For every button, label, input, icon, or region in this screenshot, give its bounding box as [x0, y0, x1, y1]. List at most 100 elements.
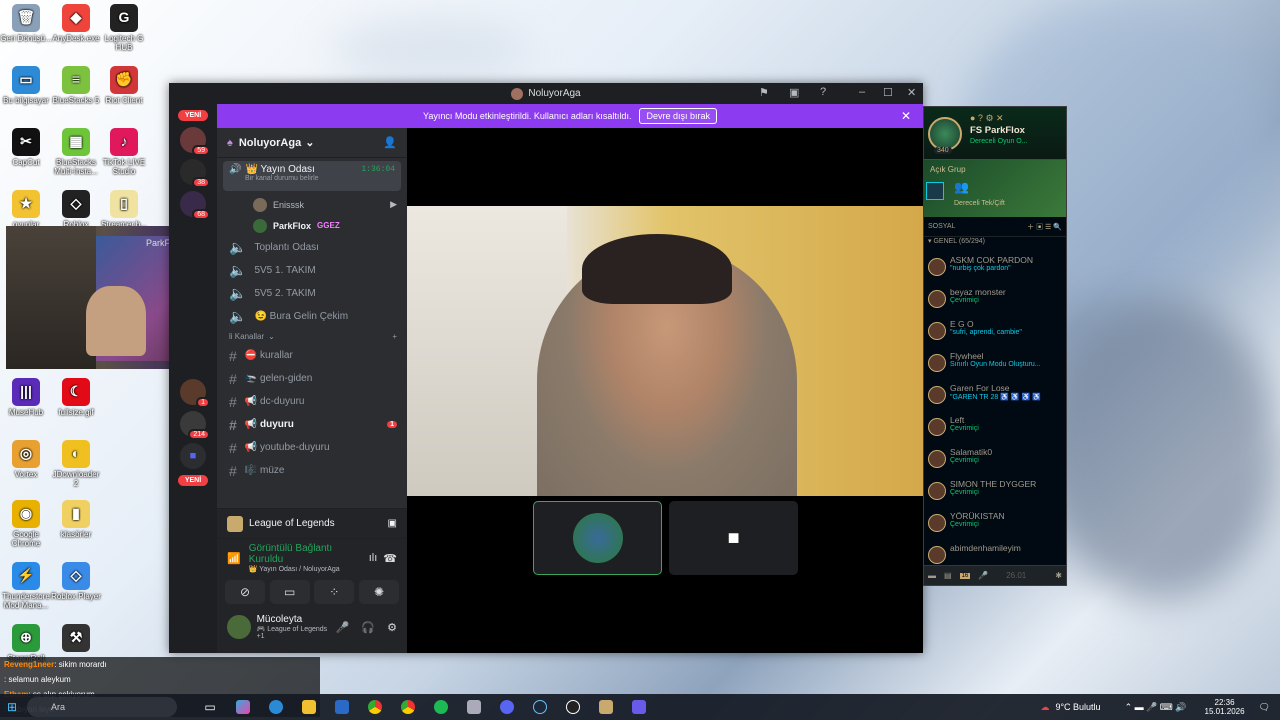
- missions-icon[interactable]: ▤: [944, 571, 952, 580]
- desktop-icon[interactable]: ★ oyunlar: [0, 190, 52, 230]
- voice-user[interactable]: ParkFlox GGEZ: [217, 215, 407, 236]
- microphone-icon[interactable]: 🎤: [336, 621, 350, 634]
- text-channel[interactable]: # 📢 duyuru 1: [217, 413, 407, 436]
- add-channel-icon[interactable]: +: [392, 332, 397, 341]
- desktop-icon[interactable]: ◇ Roblox Player: [50, 562, 102, 602]
- friend-item[interactable]: YÖRÜKISTAN Çevrimiçi: [924, 507, 1066, 539]
- app-icon[interactable]: [461, 696, 487, 718]
- desktop-icon[interactable]: ≡ BlueStacks 5: [50, 66, 102, 106]
- friend-item[interactable]: Garen For Lose "GAREN TR 28 ♿ ♿ ♿ ♿: [924, 379, 1066, 411]
- friend-item[interactable]: Left Çevrimiçi: [924, 411, 1066, 443]
- task-view-icon[interactable]: ▭: [197, 696, 223, 718]
- voice-channel-active[interactable]: 🔊 👑 Yayın Odası 1:36:04 Bir kanal durumu…: [223, 161, 401, 191]
- activity-row[interactable]: League of Legends ▣: [217, 509, 407, 539]
- vpn-icon[interactable]: [626, 696, 652, 718]
- copilot-icon[interactable]: [230, 696, 256, 718]
- league-icon[interactable]: [593, 696, 619, 718]
- tray-icons[interactable]: ⌃ ▬ 🎤 ⌨ 🔊: [1125, 702, 1187, 713]
- voice-icon[interactable]: 🎤: [978, 571, 988, 580]
- inbox-icon[interactable]: ⚑: [759, 86, 769, 99]
- category-header[interactable]: li Kanallar ⌄ +: [217, 328, 407, 344]
- video-stream[interactable]: [407, 206, 923, 496]
- friend-item[interactable]: Flywheel Sınırlı Oyun Modu Oluşturu...: [924, 347, 1066, 379]
- text-channel[interactable]: # 📢 youtube-duyuru: [217, 436, 407, 459]
- activities-button[interactable]: ⁘: [314, 580, 355, 604]
- friend-item[interactable]: E G O "sufri, aprendi, cambie": [924, 315, 1066, 347]
- channel-status[interactable]: Bir kanal durumu belirle: [229, 175, 395, 182]
- voice-user[interactable]: Enisssk ▶: [217, 194, 407, 215]
- server-item[interactable]: 68: [180, 191, 210, 220]
- desktop-icon[interactable]: ◉ Google Chrome: [0, 500, 52, 549]
- edge-icon[interactable]: [263, 696, 289, 718]
- desktop-icon[interactable]: ✂ CapCut: [0, 128, 52, 168]
- friend-item[interactable]: Salamatik0 Çevrimiçi: [924, 443, 1066, 475]
- search-box[interactable]: Ara: [27, 697, 177, 717]
- notification-icon[interactable]: 🗨: [1259, 702, 1270, 713]
- headphones-icon[interactable]: 🎧: [361, 621, 375, 634]
- friend-item[interactable]: SIMON THE DYGGER Çevrimiçi: [924, 475, 1066, 507]
- screen-icon[interactable]: ▣: [789, 86, 799, 99]
- disconnect-icon[interactable]: ☎: [383, 552, 397, 565]
- lol-header-icons[interactable]: ● ? ⚙ ✕: [970, 113, 1004, 124]
- user-avatar[interactable]: [227, 615, 251, 639]
- noise-icon[interactable]: ılı: [369, 552, 378, 564]
- invite-icon[interactable]: 👤: [383, 136, 397, 149]
- chrome-icon[interactable]: [362, 696, 388, 718]
- start-button[interactable]: ⊞: [4, 696, 20, 718]
- desktop-icon[interactable]: ◇ Roblox: [50, 190, 102, 230]
- friend-item[interactable]: beyaz monster Çevrimiçi: [924, 283, 1066, 315]
- desktop-icon[interactable]: 🗑 Geri Dönüşü...: [0, 4, 52, 44]
- desktop-icon[interactable]: ◆ AnyDesk.exe: [50, 4, 102, 44]
- server-item[interactable]: 59: [180, 127, 210, 156]
- participant-tile[interactable]: ■: [669, 501, 798, 575]
- discord-icon[interactable]: [494, 696, 520, 718]
- voice-channel[interactable]: 🔈 Toplantı Odası: [217, 236, 407, 259]
- disable-streamer-mode-button[interactable]: Devre dışı bırak: [639, 108, 717, 124]
- server-item[interactable]: 1: [180, 379, 210, 408]
- desktop-icon[interactable]: ♪ TikTok LIVE Studio: [98, 128, 150, 177]
- weather-text[interactable]: 9°C Bulutlu: [1055, 702, 1100, 712]
- friend-item[interactable]: ASKM COK PARDON "nurbiş çok pardon": [924, 251, 1066, 283]
- stream-game-icon[interactable]: ▣: [388, 518, 397, 529]
- desktop-icon[interactable]: ✊ Riot Client: [98, 66, 150, 106]
- camera-off-button[interactable]: ⊘: [225, 580, 265, 604]
- steam-icon[interactable]: [527, 696, 553, 718]
- chat-icon[interactable]: ▬: [928, 571, 936, 580]
- chrome-alt-icon[interactable]: [395, 696, 421, 718]
- settings-gear-icon[interactable]: ⚙: [387, 621, 397, 634]
- social-tools-icon[interactable]: ＋ ▣ ☰ 🔍: [1027, 222, 1062, 232]
- profile-icon[interactable]: [928, 117, 962, 151]
- close-icon[interactable]: ✕: [907, 86, 916, 99]
- voice-channel[interactable]: 🔈 5V5 1. TAKIM: [217, 259, 407, 282]
- text-channel[interactable]: # ⛔ kurallar: [217, 344, 407, 367]
- connection-status[interactable]: Görüntülü Bağlantı Kuruldu: [249, 543, 369, 565]
- screen-share-button[interactable]: ▭: [269, 580, 310, 604]
- desktop-icon[interactable]: ⚡ Thunderstore Mod Mana...: [0, 562, 52, 611]
- desktop-icon[interactable]: ☾ fullsize.gif: [50, 378, 102, 418]
- text-channel[interactable]: # 🛬 gelen-giden: [217, 367, 407, 390]
- desktop-icon[interactable]: G Logitech G HUB: [98, 4, 150, 53]
- desktop-icon[interactable]: ▭ Bu bilgisayar: [0, 66, 52, 106]
- soundboard-button[interactable]: ✺: [358, 580, 399, 604]
- participant-tile[interactable]: [533, 501, 662, 575]
- desktop-icon[interactable]: ▮ klasörler: [50, 500, 102, 540]
- explorer-icon[interactable]: [296, 696, 322, 718]
- server-item[interactable]: 214: [180, 411, 210, 440]
- desktop-icon[interactable]: ▯ Streamer.b...: [98, 190, 150, 230]
- folder-icon[interactable]: ■: [180, 443, 206, 469]
- voice-channel[interactable]: 🔈 5V5 2. TAKIM: [217, 282, 407, 305]
- minimize-icon[interactable]: –: [859, 86, 865, 98]
- bug-report-icon[interactable]: ✱: [1055, 571, 1062, 580]
- spotify-icon[interactable]: [428, 696, 454, 718]
- voice-channel[interactable]: 🔈 😉 Bura Gelin Çekim: [217, 305, 407, 328]
- banner-close-icon[interactable]: ✕: [901, 109, 911, 123]
- desktop-icon[interactable]: ⚒: [50, 624, 102, 655]
- server-item[interactable]: 38: [180, 159, 210, 188]
- clock-time[interactable]: 22:36: [1205, 698, 1245, 707]
- desktop-icon[interactable]: ||| MuseHub: [0, 378, 52, 418]
- friends-group-header[interactable]: ▾ GENEL (65/294): [924, 237, 1066, 251]
- text-channel[interactable]: # 📢 dc-duyuru: [217, 390, 407, 413]
- obs-icon[interactable]: [560, 696, 586, 718]
- clock-date[interactable]: 15.01.2026: [1205, 707, 1245, 716]
- lol-group-panel[interactable]: Açık Grup 👥 Dereceli Tek/Çift: [924, 159, 1066, 217]
